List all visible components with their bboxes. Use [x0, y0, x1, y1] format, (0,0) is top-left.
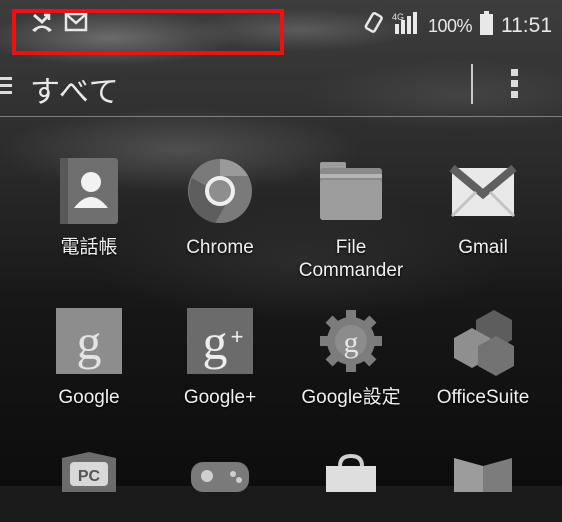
chrome-icon: [185, 156, 255, 226]
action-bar-divider: [471, 64, 473, 104]
game-app-icon: [185, 452, 255, 522]
gmail-icon: [448, 156, 518, 226]
app-play-books[interactable]: [418, 452, 548, 522]
pc-app-icon: PC: [54, 452, 124, 522]
app-grid: 電話帳 Chrome File Commander Gmail g Google…: [0, 116, 562, 492]
highlight-box: [12, 9, 284, 55]
app-pc[interactable]: PC: [24, 452, 154, 522]
svg-text:PC: PC: [78, 468, 101, 485]
app-label: OfficeSuite: [436, 387, 530, 408]
google-settings-icon: g: [316, 306, 386, 376]
system-status: 4G 100% 11:51: [364, 11, 552, 41]
overflow-menu-icon[interactable]: [510, 67, 520, 106]
action-bar: すべて: [0, 58, 562, 117]
app-label: Google+: [183, 387, 257, 408]
battery-icon: [480, 11, 493, 41]
play-books-icon: [448, 452, 518, 522]
app-google-settings[interactable]: g Google設定: [286, 306, 416, 409]
app-game[interactable]: [155, 452, 285, 522]
signal-4g-icon: 4G: [392, 11, 420, 41]
app-label: Gmail: [458, 237, 508, 258]
app-label: Google: [58, 387, 120, 408]
google-icon: g: [54, 306, 124, 376]
app-officesuite[interactable]: OfficeSuite: [418, 306, 548, 409]
app-file-commander[interactable]: File Commander: [286, 156, 416, 282]
app-label: Chrome: [186, 237, 254, 258]
rotation-lock-icon: [364, 12, 384, 40]
page-title[interactable]: すべて: [30, 67, 120, 111]
contacts-icon: [54, 156, 124, 226]
officesuite-icon: [448, 306, 518, 376]
app-play-store[interactable]: [286, 452, 416, 522]
drawer-menu-icon[interactable]: [0, 75, 14, 102]
svg-text:g: g: [77, 314, 102, 370]
play-store-icon: [316, 452, 386, 522]
file-commander-icon: [316, 156, 386, 226]
svg-text:g: g: [344, 326, 359, 359]
app-chrome[interactable]: Chrome: [155, 156, 285, 259]
app-contacts[interactable]: 電話帳: [24, 156, 154, 259]
app-google-plus[interactable]: g + Google+: [155, 306, 285, 409]
clock: 11:51: [501, 14, 552, 37]
battery-percent: 100%: [427, 15, 473, 36]
app-label: 電話帳: [60, 237, 118, 258]
app-label: File Commander: [298, 237, 404, 281]
app-label: Google設定: [301, 387, 401, 408]
svg-text:g: g: [203, 314, 228, 370]
app-google[interactable]: g Google: [24, 306, 154, 409]
google-plus-icon: g +: [185, 306, 255, 376]
app-gmail[interactable]: Gmail: [418, 156, 548, 259]
svg-text:+: +: [231, 324, 244, 349]
